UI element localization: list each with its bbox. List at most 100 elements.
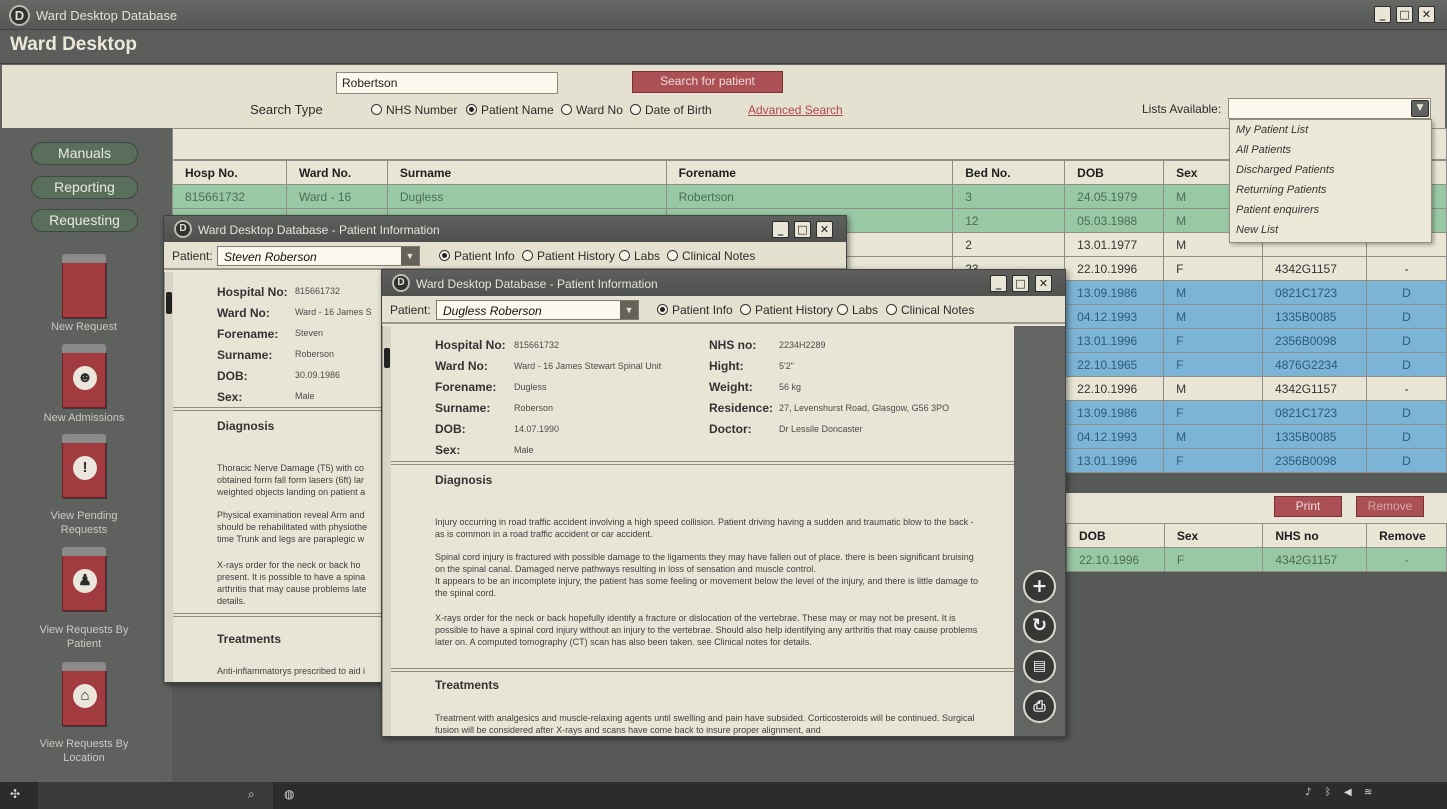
print-icon[interactable]: ⎙: [1023, 690, 1056, 723]
radio-date-of-birth[interactable]: Date of Birth: [630, 103, 712, 117]
list-option[interactable]: All Patients: [1230, 140, 1431, 160]
tab-clinical-notes[interactable]: Clinical Notes: [886, 303, 974, 317]
col-header[interactable]: Remove: [1366, 523, 1447, 548]
tab-labs[interactable]: Labs: [619, 249, 660, 263]
field-label: Hospital No:: [217, 285, 288, 299]
radio-ward-no[interactable]: Ward No: [561, 103, 623, 117]
requesting-button[interactable]: Requesting: [31, 209, 138, 232]
tab-patient-history[interactable]: Patient History: [740, 303, 833, 317]
scrollbar[interactable]: [164, 272, 173, 682]
maximize-icon[interactable]: □: [794, 221, 811, 238]
remove-button[interactable]: Remove: [1356, 496, 1424, 517]
radio-selected-icon: [657, 304, 668, 315]
col-header[interactable]: Ward No.: [285, 160, 388, 185]
col-header[interactable]: DOB: [1066, 523, 1165, 548]
close-icon[interactable]: ✕: [816, 221, 833, 238]
taskbar-search[interactable]: [38, 782, 273, 809]
reporting-button[interactable]: Reporting: [31, 176, 138, 199]
volume-icon[interactable]: ◀: [1344, 787, 1352, 798]
start-icon[interactable]: ✣: [10, 787, 20, 801]
nav-view-requests-by-patient[interactable]: View Requests By Patient: [2, 623, 166, 651]
tab-patient-info[interactable]: Patient Info: [439, 249, 515, 263]
bluetooth-icon[interactable]: ᛒ: [1325, 787, 1331, 798]
field-label: NHS no:: [709, 338, 757, 352]
main-window: D Ward Desktop Database _ □ ✕ Ward Deskt…: [0, 0, 1447, 782]
table-cell: 2: [952, 232, 1066, 257]
tab-clinical-notes[interactable]: Clinical Notes: [667, 249, 755, 263]
col-header[interactable]: DOB: [1064, 160, 1165, 185]
scrollbar[interactable]: [382, 326, 391, 736]
field-value: 815661732: [295, 286, 341, 296]
table-cell: D: [1365, 304, 1447, 329]
nav-view-pending-requests[interactable]: View Pending Requests: [2, 509, 166, 537]
diagnosis-text: Thoracic Nerve Damage (T5) with co obtai…: [217, 463, 366, 497]
field-label: Doctor:: [709, 422, 752, 436]
minimize-icon[interactable]: _: [772, 221, 789, 238]
nav-new-admissions[interactable]: New Admissions: [2, 411, 166, 425]
search-input[interactable]: Robertson: [336, 72, 558, 94]
advanced-search-link[interactable]: Advanced Search: [748, 103, 843, 117]
dropdown-arrow-icon[interactable]: ▼: [1411, 100, 1429, 117]
radio-patient-name[interactable]: Patient Name: [466, 103, 554, 117]
requests-by-location-icon[interactable]: ⌂: [62, 662, 106, 726]
nav-new-request[interactable]: New Request: [2, 320, 166, 334]
chevron-down-icon: ▼: [401, 247, 419, 265]
pending-requests-icon[interactable]: !: [62, 434, 106, 498]
diagnosis-text: X-rays order for the neck or back hopefu…: [435, 613, 978, 647]
save-icon[interactable]: ▤: [1023, 650, 1056, 683]
nav-view-requests-by-location[interactable]: View Requests By Location: [2, 737, 166, 765]
patient-select[interactable]: Dugless Roberson ▼: [436, 300, 639, 320]
field-value: Male: [514, 445, 534, 455]
close-icon[interactable]: ✕: [1035, 275, 1052, 292]
minimize-icon[interactable]: _: [990, 275, 1007, 292]
add-icon[interactable]: +: [1023, 570, 1056, 603]
col-header[interactable]: Bed No.: [952, 160, 1066, 185]
close-icon[interactable]: ✕: [1418, 6, 1435, 23]
field-value: Ward - 16 James Stewart Spinal Unit: [514, 361, 662, 371]
refresh-icon[interactable]: ↻: [1023, 610, 1056, 643]
field-value: Male: [295, 391, 315, 401]
microphone-icon[interactable]: ♪: [1305, 787, 1311, 798]
minimize-icon[interactable]: _: [1374, 6, 1391, 23]
field-value: 27, Levenshurst Road, Glasgow, G56 3PO: [779, 403, 950, 413]
table-cell: 13.01.1996: [1064, 448, 1165, 473]
scroll-thumb[interactable]: [384, 348, 390, 368]
wifi-icon[interactable]: ≋: [1364, 787, 1372, 798]
maximize-icon[interactable]: □: [1012, 275, 1029, 292]
print-button[interactable]: Print: [1274, 496, 1342, 517]
list-option[interactable]: Discharged Patients: [1230, 160, 1431, 180]
col-header[interactable]: Sex: [1163, 523, 1264, 548]
tab-labs[interactable]: Labs: [837, 303, 878, 317]
list-option[interactable]: Returning Patients: [1230, 180, 1431, 200]
manuals-button[interactable]: Manuals: [31, 142, 138, 165]
col-header[interactable]: NHS no: [1262, 523, 1368, 548]
new-admissions-icon[interactable]: ☻: [62, 344, 106, 408]
table-cell: F: [1163, 328, 1264, 353]
tab-patient-history[interactable]: Patient History: [522, 249, 615, 263]
list-option[interactable]: My Patient List: [1230, 120, 1431, 140]
list-option[interactable]: New List: [1230, 220, 1431, 240]
col-header[interactable]: Forename: [665, 160, 954, 185]
tab-patient-info[interactable]: Patient Info: [657, 303, 733, 317]
patient-window-titlebar: D Ward Desktop Database - Patient Inform…: [164, 216, 846, 242]
radio-nhs-number[interactable]: NHS Number: [371, 103, 457, 117]
search-button[interactable]: Search for patient: [632, 71, 783, 93]
field-label: DOB:: [435, 422, 466, 436]
scroll-thumb[interactable]: [166, 292, 172, 314]
radio-icon: [522, 250, 533, 261]
requests-by-patient-icon[interactable]: ♟: [62, 547, 106, 611]
table-cell: D: [1365, 448, 1447, 473]
table-cell: M: [1163, 424, 1264, 449]
new-request-icon[interactable]: [62, 254, 106, 318]
maximize-icon[interactable]: □: [1396, 6, 1413, 23]
col-header[interactable]: Surname: [386, 160, 667, 185]
list-option[interactable]: Patient enquirers: [1230, 200, 1431, 220]
globe-icon[interactable]: ◍: [284, 787, 294, 801]
table-row[interactable]: 22.10.1996 F 4342G1157 -: [1066, 547, 1447, 572]
patient-select[interactable]: Steven Roberson ▼: [217, 246, 420, 266]
col-header[interactable]: Hosp No.: [172, 160, 287, 185]
table-cell: 13.01.1977: [1064, 232, 1165, 257]
lists-select[interactable]: [1228, 98, 1431, 119]
app-header: Ward Desktop: [0, 30, 1447, 64]
search-icon[interactable]: ⌕: [248, 787, 255, 802]
